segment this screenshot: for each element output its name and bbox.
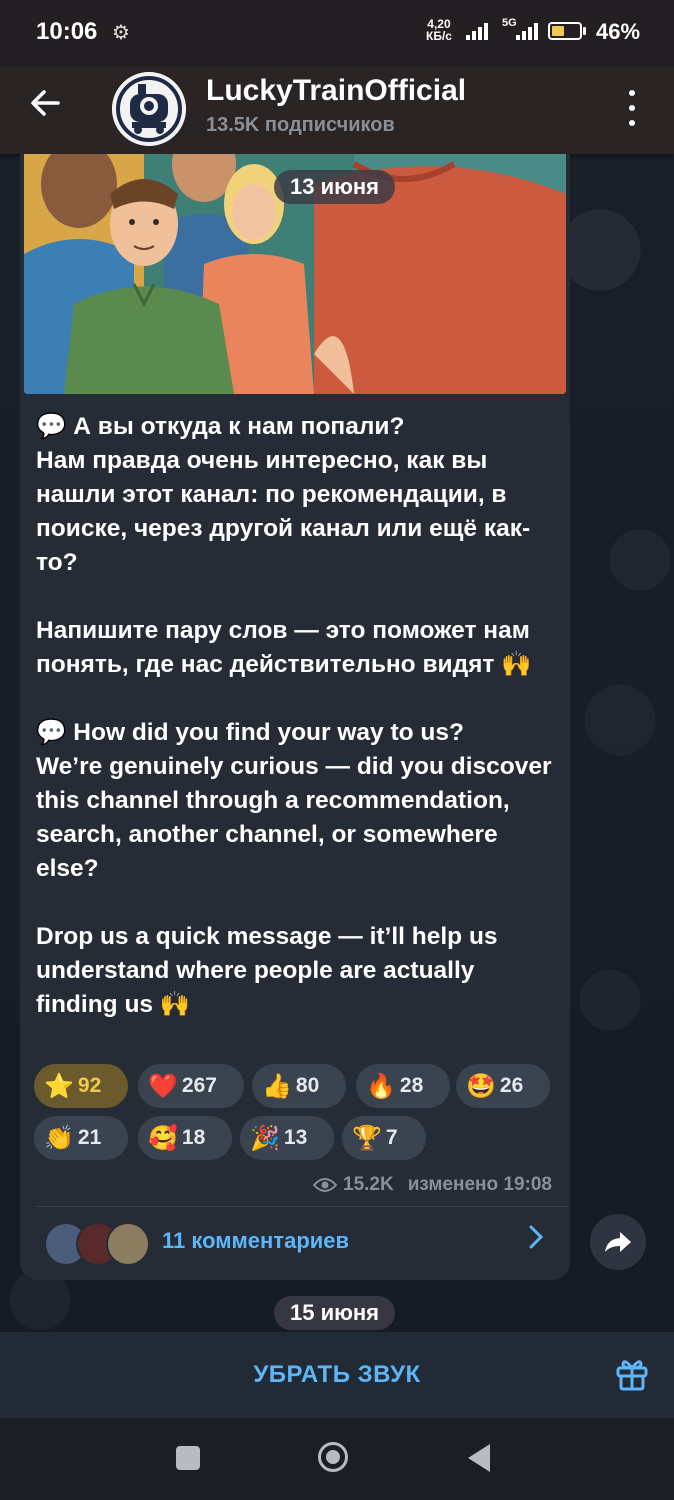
dot-icon xyxy=(629,90,635,97)
reaction-emoji: 👍 xyxy=(262,1072,292,1100)
back-button[interactable] xyxy=(28,86,68,126)
dot-icon xyxy=(629,119,635,126)
post-meta: 15.2K изменено 19:08 xyxy=(313,1174,552,1196)
divider xyxy=(36,1206,568,1207)
chat-header: LuckyTrainOfficial 13.5K подписчиков xyxy=(0,66,674,154)
train-logo-icon xyxy=(112,72,186,146)
edited-label: изменено 19:08 xyxy=(407,1174,552,1195)
dot-icon xyxy=(629,104,635,111)
reaction-chip[interactable]: 🏆 7 xyxy=(342,1116,426,1160)
status-time: 10:06 xyxy=(36,18,98,45)
reaction-chip[interactable]: 🤩 26 xyxy=(456,1064,550,1108)
reaction-count: 28 xyxy=(399,1074,424,1097)
channel-title[interactable]: LuckyTrainOfficial xyxy=(206,74,466,108)
more-options-button[interactable] xyxy=(620,86,644,130)
recents-button[interactable] xyxy=(176,1446,200,1470)
network-type: 5G xyxy=(502,17,517,29)
reaction-chip[interactable]: 🔥 28 xyxy=(356,1064,450,1108)
reaction-chip[interactable]: ⭐ 92 xyxy=(34,1064,128,1108)
reaction-emoji: ⭐ xyxy=(44,1072,74,1100)
gift-icon[interactable] xyxy=(614,1356,650,1392)
eye-icon xyxy=(313,1178,338,1192)
commenter-avatar xyxy=(106,1222,150,1266)
date-separator: 13 июня xyxy=(274,170,396,204)
arrow-left-icon xyxy=(31,90,60,116)
speed-unit: КБ/с xyxy=(426,29,452,43)
views-count: 15.2K xyxy=(343,1174,394,1195)
bottom-bar: УБРАТЬ ЗВУК xyxy=(0,1332,674,1418)
signal-icon xyxy=(466,22,488,40)
home-button[interactable] xyxy=(318,1442,348,1472)
notification-icon: ⚙ xyxy=(112,22,130,44)
reaction-count: 18 xyxy=(181,1126,206,1149)
reaction-emoji: 🔥 xyxy=(366,1072,396,1100)
reaction-count: 26 xyxy=(499,1074,524,1097)
reaction-chip[interactable]: ❤️ 267 xyxy=(138,1064,244,1108)
status-bar: 10:06 ⚙ 4,20 КБ/с 5G 46% xyxy=(0,0,674,66)
comments-button[interactable]: 11 комментариев xyxy=(20,1214,570,1274)
views-block: 15.2K xyxy=(313,1174,394,1196)
battery-percent: 46% xyxy=(596,19,641,44)
comments-label: 11 комментариев xyxy=(162,1228,350,1253)
reaction-count: 21 xyxy=(77,1126,102,1149)
reaction-chip[interactable]: 👍 80 xyxy=(252,1064,346,1108)
post-text: 💬 А вы откуда к нам попали? Нам правда о… xyxy=(36,413,552,1018)
reaction-emoji: 👏 xyxy=(44,1124,74,1152)
chevron-right-icon xyxy=(526,1222,546,1260)
reaction-emoji: 🎉 xyxy=(250,1124,280,1152)
date-separator-bottom: 15 июня xyxy=(274,1296,396,1330)
reaction-emoji: ❤️ xyxy=(148,1072,178,1100)
signal-5g-icon xyxy=(516,22,538,40)
reaction-count: 92 xyxy=(77,1074,102,1097)
reaction-count: 7 xyxy=(385,1126,398,1149)
battery-tip xyxy=(583,27,586,35)
system-back-button[interactable] xyxy=(468,1444,490,1472)
system-nav-bar xyxy=(0,1418,674,1500)
reaction-emoji: 🏆 xyxy=(352,1124,382,1152)
subscriber-count: 13.5K подписчиков xyxy=(206,114,395,136)
reaction-count: 267 xyxy=(181,1074,217,1097)
reaction-emoji: 🤩 xyxy=(466,1072,496,1100)
battery-icon xyxy=(548,22,582,40)
forward-icon xyxy=(605,1232,631,1252)
mute-button[interactable]: УБРАТЬ ЗВУК xyxy=(0,1332,674,1418)
channel-post: 💬 А вы откуда к нам попали? Нам правда о… xyxy=(20,154,570,1280)
reaction-count: 80 xyxy=(295,1074,320,1097)
reaction-chip[interactable]: 🥰 18 xyxy=(138,1116,232,1160)
reaction-chip[interactable]: 👏 21 xyxy=(34,1116,128,1160)
reaction-count: 13 xyxy=(283,1126,308,1149)
channel-avatar[interactable] xyxy=(112,72,186,146)
reaction-emoji: 🥰 xyxy=(148,1124,178,1152)
share-button[interactable] xyxy=(590,1214,646,1270)
network-speed: 4,20 КБ/с xyxy=(426,18,452,42)
reaction-chip[interactable]: 🎉 13 xyxy=(240,1116,334,1160)
